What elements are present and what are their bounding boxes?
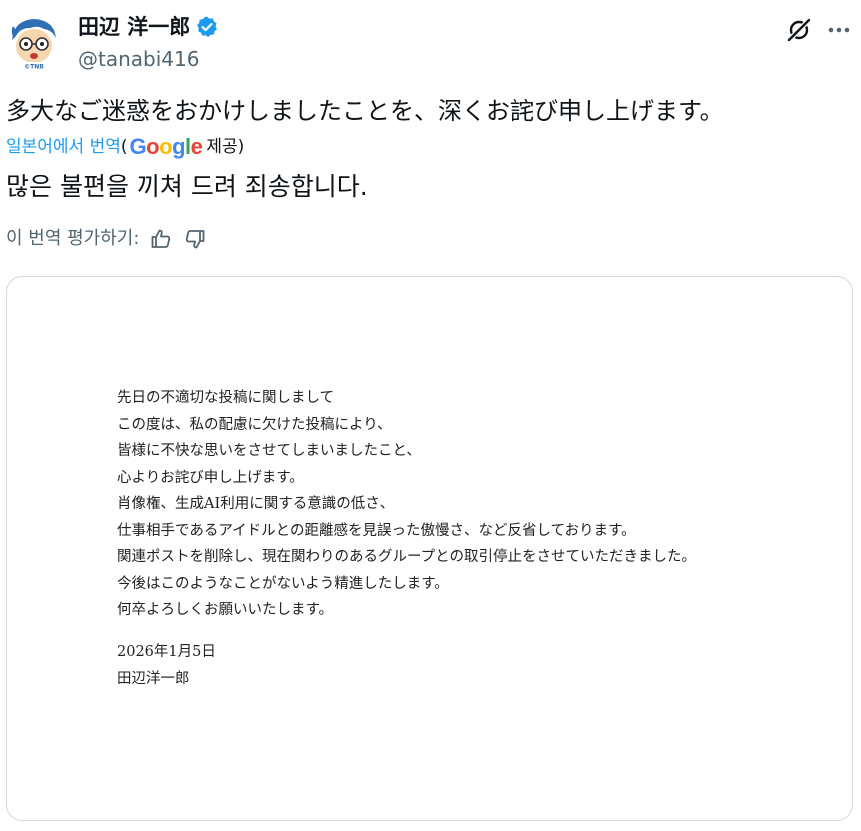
thumbs-down-icon[interactable] (183, 227, 207, 251)
letter-line: 肖像権、生成AI利用に関する意識の低さ、 (117, 496, 395, 512)
thumbs-up-icon[interactable] (149, 227, 173, 251)
verified-badge-icon (197, 16, 218, 37)
post-text-original: 多大なご迷惑をおかけしましたことを、深くお詫び申し上げます。 (6, 97, 724, 125)
letter-line: 先日の不適切な投稿に関しまして (117, 390, 335, 406)
letter-line: 何卒よろしくお願いいたします。 (117, 602, 334, 618)
translated-from-link[interactable]: 일본어에서 번역 (6, 135, 121, 159)
post-text-translated: 많은 불편을 끼쳐 드려 죄송합니다. (6, 172, 368, 201)
translation-open-paren: ( (120, 137, 128, 157)
letter-line: 関連ポストを削除し、現在関わりのあるグループとの取引停止をさせていただきました。 (117, 549, 696, 565)
letter-line: 今後はこのようなことがないよう精進したします。 (117, 575, 449, 592)
avatar[interactable]: ©TNB (4, 12, 64, 72)
rate-translation: 이 번역 평가하기: (6, 226, 207, 252)
letter-date: 2026年1月5日 (117, 644, 216, 660)
author-handle[interactable]: @tanabi416 (78, 47, 199, 71)
letter-body: 先日の不適切な投稿に関しまして この度は、私の配慮に欠けた投稿により、 皆様に不… (117, 385, 696, 624)
avatar-illustration: ©TNB (4, 12, 64, 72)
letter-line: 仕事相手であるアイドルとの距離感を見誤った傲慢さ、など反省しております。 (117, 522, 636, 539)
author-name-row[interactable]: 田辺 洋一郎 (78, 14, 218, 40)
letter-line: この度は、私の配慮に欠けた投稿により、 (117, 416, 392, 433)
rate-translation-label: 이 번역 평가하기: (6, 228, 140, 249)
grok-icon[interactable] (785, 16, 813, 44)
google-logo: Google (129, 134, 203, 159)
letter-line: 心よりお詫び申し上げます。 (117, 469, 304, 486)
letter-line: 皆様に不快な思いをさせてしまいましたこと、 (117, 443, 421, 459)
attached-image[interactable]: 先日の不適切な投稿に関しまして この度は、私の配慮に欠けた投稿により、 皆様に不… (6, 276, 853, 821)
translation-provider-suffix: 제공) (206, 137, 245, 157)
letter-signature: 田辺洋一郎 (117, 671, 190, 687)
avatar-caption: ©TNB (24, 64, 44, 71)
more-icon[interactable] (824, 16, 854, 44)
display-name[interactable]: 田辺 洋一郎 (78, 14, 190, 40)
translation-attribution: 일본어에서 번역 ( Google 제공) (6, 135, 244, 159)
